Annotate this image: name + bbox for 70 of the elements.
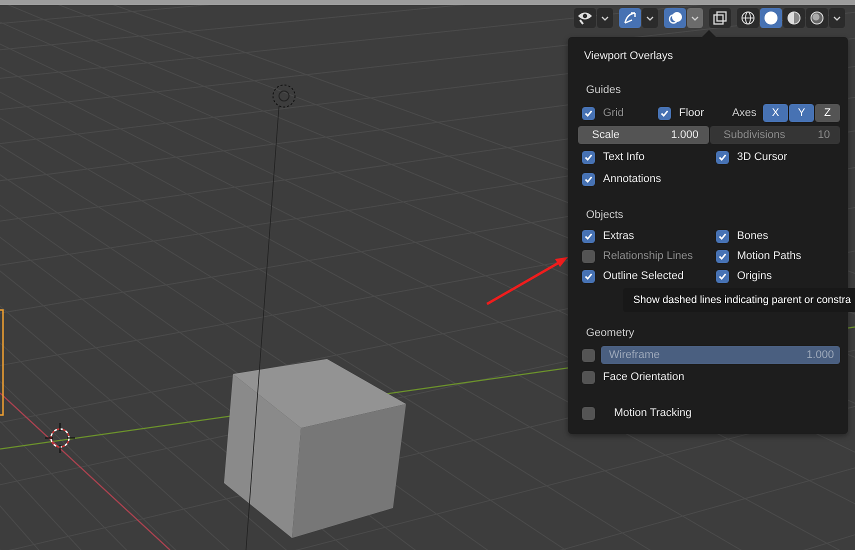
xray-squares-icon — [713, 11, 727, 25]
wireframe-shading-button[interactable] — [737, 8, 759, 28]
half-sphere-icon — [787, 11, 801, 25]
checkbox[interactable] — [716, 270, 729, 282]
visibility-toggle-button[interactable] — [574, 8, 596, 28]
gizmo-toggle-button[interactable] — [619, 8, 641, 28]
section-heading: Objects — [585, 208, 624, 223]
axis-toggle[interactable]: Z — [815, 104, 840, 122]
material-shading-button[interactable] — [783, 8, 805, 28]
check-icon — [660, 108, 669, 118]
gizmo-arrows-icon — [623, 11, 637, 25]
wire-sphere-icon — [741, 11, 755, 25]
eye-icon — [577, 11, 593, 25]
solid-shading-button[interactable] — [760, 8, 782, 28]
checkbox[interactable] — [716, 250, 729, 262]
light-icon — [272, 84, 296, 108]
checkbox-label: Face Orientation — [603, 371, 684, 383]
crosshair-cursor-icon — [44, 422, 76, 454]
shaded-sphere-icon — [810, 11, 824, 25]
section-heading: Guides — [585, 83, 622, 98]
checkbox-label: Bones — [737, 230, 768, 242]
dropdown-button[interactable] — [597, 8, 613, 28]
chevron-icon — [691, 16, 699, 20]
dropdown-button[interactable] — [687, 8, 703, 28]
check-icon — [718, 232, 727, 240]
check-icon — [584, 272, 593, 280]
chevron-icon — [601, 16, 609, 20]
checkbox[interactable] — [582, 230, 595, 242]
check-icon — [718, 252, 727, 260]
section-heading: Geometry — [585, 326, 636, 341]
solid-sphere-icon — [764, 11, 778, 25]
tooltip: Show dashed lines indicating parent or constra — [623, 288, 855, 312]
checkbox[interactable] — [716, 230, 729, 242]
checkbox[interactable] — [582, 406, 595, 420]
check-icon — [584, 232, 593, 240]
chevron-icon — [833, 16, 841, 20]
check-icon — [584, 108, 593, 118]
checkbox-label: Relationship Lines — [603, 250, 693, 262]
checkbox[interactable] — [658, 106, 671, 120]
checkbox-label: Motion Paths — [737, 250, 802, 262]
checkbox-label: Grid — [603, 107, 624, 119]
checkbox-label: Outline Selected — [603, 270, 684, 282]
chevron-icon — [646, 16, 654, 20]
overlays-toggle-button[interactable] — [664, 8, 686, 28]
xray-toggle-button[interactable] — [709, 8, 731, 28]
checkbox-label: Floor — [679, 107, 704, 119]
check-icon — [584, 174, 593, 184]
checkbox[interactable] — [582, 172, 595, 186]
dropdown-button[interactable] — [642, 8, 658, 28]
check-icon — [584, 152, 593, 162]
axes-label: Axes — [732, 107, 757, 119]
check-icon — [718, 152, 727, 162]
checkbox-label: Annotations — [603, 173, 662, 185]
checkbox-label: Text Info — [603, 151, 645, 163]
number-field[interactable]: Scale 1.000 — [578, 126, 708, 144]
dropdown-button[interactable] — [829, 8, 845, 28]
rendered-shading-button[interactable] — [806, 8, 828, 28]
checkbox[interactable] — [582, 270, 595, 282]
check-icon — [718, 272, 727, 280]
checkbox-label: 3D Cursor — [737, 151, 788, 163]
axis-toggle[interactable]: Y — [789, 104, 814, 122]
checkbox-label: Extras — [603, 230, 634, 242]
axis-toggle[interactable]: X — [763, 104, 788, 122]
checkbox[interactable] — [582, 150, 595, 164]
popover-title: Viewport Overlays — [583, 49, 674, 64]
checkbox-label: Origins — [737, 270, 772, 282]
checkbox[interactable] — [582, 370, 595, 384]
overlay-circles-icon — [668, 11, 682, 25]
subpanel-label[interactable]: Motion Tracking — [614, 407, 692, 419]
checkbox[interactable] — [716, 150, 729, 164]
